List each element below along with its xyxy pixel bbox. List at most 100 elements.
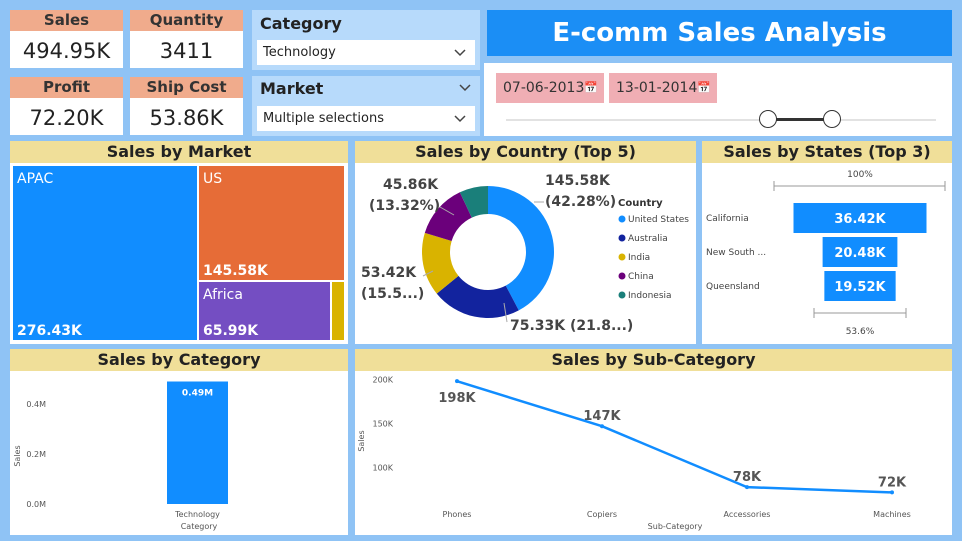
sales-by-market-panel: Sales by Market APAC 276.43K US 145.58K … [10,141,348,344]
legend-marker [618,253,626,261]
calendar-icon[interactable]: 📅 [584,73,598,103]
category-dropdown[interactable]: Technology [257,40,475,65]
funnel-top-percent: 100% [847,170,873,180]
sales-line[interactable] [456,379,893,494]
treemap-label-africa: Africa [203,287,243,303]
sales-by-country-panel: Sales by Country (Top 5) 145.58K (42.28%… [355,141,696,344]
funnel-category-label: Queensland [706,282,760,292]
market-dropdown-value: Multiple selections [263,111,384,126]
y-tick-label: 100K [372,464,393,473]
funnel-value-label: 20.48K [834,246,886,261]
pie-label-us-percent: (42.28%) [545,194,616,210]
x-tick-label: Accessories [724,510,771,519]
legend-marker [618,291,626,299]
kpi-profit: Profit 72.20K [10,77,123,135]
funnel-value-label: 19.52K [834,280,886,295]
date-slider-track[interactable] [506,119,936,121]
legend-marker [618,215,626,223]
date-range-slicer: 07-06-2013 📅 13-01-2014 📅 [484,63,952,136]
legend-item[interactable]: United States [628,215,689,225]
line-value-label: 198K [438,391,476,406]
line-value-label: 147K [583,409,621,424]
market-dropdown[interactable]: Multiple selections [257,106,475,131]
start-date-input[interactable]: 07-06-2013 📅 [496,73,604,103]
sales-by-category-chart: Sales 0.0M 0.2M 0.4M 0.49M Technology Categ… [13,381,228,531]
end-date-value: 13-01-2014 [616,80,698,96]
pie-label-china-percent: (13.32%) [369,198,440,214]
chevron-down-icon[interactable] [453,106,467,140]
category-slicer-title: Category [260,14,342,33]
chevron-down-icon[interactable] [453,40,467,74]
category-bar[interactable] [167,381,228,505]
sales-by-country-title: Sales by Country (Top 5) [355,141,696,163]
x-tick-label: Machines [873,510,911,519]
kpi-ship-cost-value: 53.86K [149,106,224,130]
treemap-tile-other[interactable] [332,282,344,340]
pie-label-china-value: 45.86K [383,177,439,193]
pie-label-us-value: 145.58K [545,173,611,189]
line-point[interactable] [455,379,459,384]
kpi-sales: Sales 494.95K [10,10,123,68]
chevron-down-icon[interactable] [458,80,472,100]
sales-by-category-panel: Sales by Category Sales 0.0M 0.2M 0.4M 0.4… [10,349,348,535]
treemap-tile-us[interactable]: US 145.58K [199,166,344,280]
date-slider-end-handle[interactable] [823,110,841,128]
calendar-icon[interactable]: 📅 [697,73,711,103]
start-date-value: 07-06-2013 [503,80,585,96]
kpi-quantity: Quantity 3411 [130,10,243,68]
kpi-sales-label: Sales [10,10,123,31]
sales-by-subcategory-title: Sales by Sub-Category [355,349,952,371]
y-tick-label: 0.0M [26,500,46,509]
end-date-input[interactable]: 13-01-2014 📅 [609,73,717,103]
line-point[interactable] [745,485,749,490]
y-axis-label: Sales [357,430,366,451]
line-point[interactable] [600,424,604,429]
category-slicer: Category Technology [252,10,480,70]
y-tick-label: 150K [372,420,393,429]
treemap-value-apac: 276.43K [17,323,82,339]
sales-by-states-title: Sales by States (Top 3) [702,141,952,163]
kpi-quantity-value: 3411 [159,39,214,63]
legend-title: Country [618,198,663,209]
category-dropdown-value: Technology [263,45,336,60]
y-tick-label: 0.2M [26,450,46,459]
treemap-label-apac: APAC [17,171,54,187]
date-slider-start-handle[interactable] [759,110,777,128]
line-value-label: 78K [733,470,762,485]
y-tick-label: 0.4M [26,400,46,409]
kpi-ship-cost-label: Ship Cost [130,77,243,98]
y-tick-label: 200K [372,375,393,384]
line-value-label: 72K [878,475,907,490]
kpi-profit-value: 72.20K [29,106,104,130]
legend-item[interactable]: Australia [628,234,668,244]
dashboard-title: E-comm Sales Analysis Dashboard [487,10,952,94]
y-axis-label: Sales [13,445,22,466]
kpi-profit-label: Profit [10,77,123,98]
legend-item[interactable]: Indonesia [628,291,672,301]
pie-label-india-value: 53.42K [361,265,417,281]
funnel-bottom-bracket [813,308,907,318]
market-slicer: Market Multiple selections [252,76,480,136]
kpi-ship-cost: Ship Cost 53.86K [130,77,243,135]
market-slicer-title: Market [260,79,324,98]
x-axis-label: Sub-Category [648,522,703,531]
treemap-tile-africa[interactable]: Africa 65.99K [199,282,330,340]
funnel-category-label: New South ... [706,248,766,258]
x-axis-label: Category [181,522,218,531]
line-point[interactable] [890,490,894,495]
funnel-top-bracket [773,181,946,191]
treemap-label-us: US [203,171,223,187]
legend-marker [618,272,626,280]
treemap-tile-apac[interactable]: APAC 276.43K [13,166,197,340]
x-tick-label: Phones [443,510,472,519]
legend-marker [618,234,626,242]
sales-by-market-title: Sales by Market [10,141,348,163]
pie-label-india-percent: (15.5...) [361,286,424,302]
funnel-bottom-percent: 53.6% [846,327,875,337]
legend-item[interactable]: India [628,253,650,263]
x-tick-label: Copiers [587,510,617,519]
funnel-value-label: 36.42K [834,212,886,227]
pie-label-australia: 75.33K (21.8...) [510,318,633,334]
legend-item[interactable]: China [628,272,654,282]
treemap-value-africa: 65.99K [203,323,259,339]
